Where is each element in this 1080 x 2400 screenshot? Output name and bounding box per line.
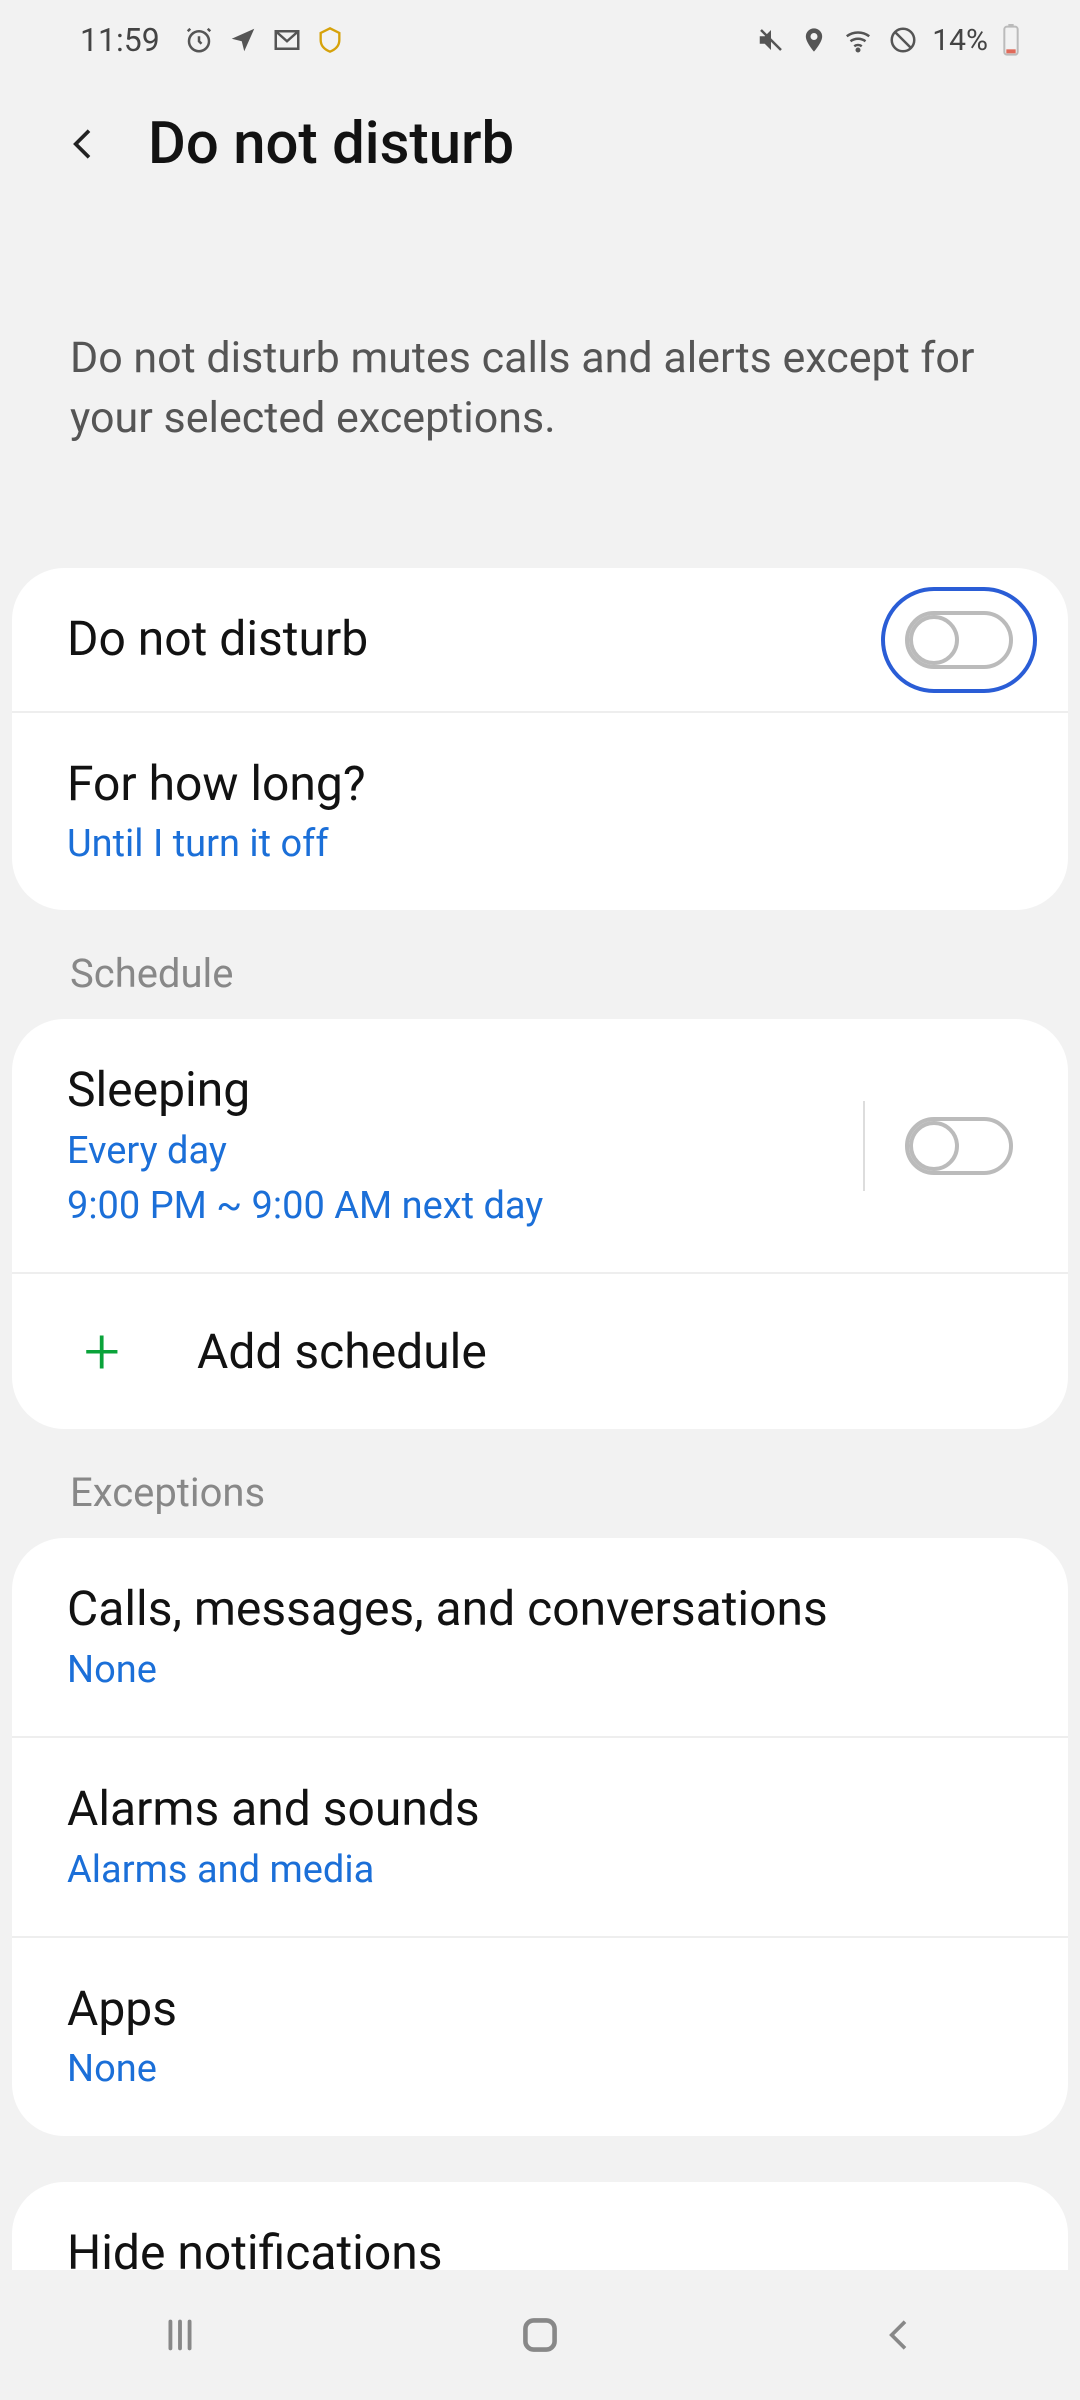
no-data-icon <box>888 25 918 55</box>
page-title: Do not disturb <box>148 110 514 178</box>
spacer <box>0 2136 1080 2182</box>
duration-title: For how long? <box>67 753 1013 815</box>
sleeping-repeat: Every day <box>67 1126 853 1177</box>
calls-row[interactable]: Calls, messages, and conversations None <box>12 1538 1068 1736</box>
dnd-label: Do not disturb <box>67 608 905 670</box>
gmail-icon <box>272 25 302 55</box>
alarms-title: Alarms and sounds <box>67 1778 1013 1840</box>
mute-icon <box>756 25 786 55</box>
apps-title: Apps <box>67 1978 1013 2040</box>
apps-row[interactable]: Apps None <box>12 1936 1068 2136</box>
dnd-toggle[interactable] <box>905 611 1013 669</box>
exceptions-section-label: Exceptions <box>0 1429 1080 1538</box>
sleeping-time: 9:00 PM ~ 9:00 AM next day <box>67 1181 853 1232</box>
wifi-icon <box>842 25 874 55</box>
apps-value: None <box>67 2044 1013 2095</box>
duration-row[interactable]: For how long? Until I turn it off <box>12 711 1068 911</box>
status-bar: 11:59 14% <box>0 0 1080 80</box>
alarms-value: Alarms and media <box>67 1845 1013 1896</box>
battery-icon <box>1002 24 1020 56</box>
recents-button[interactable] <box>140 2305 220 2365</box>
sleeping-toggle[interactable] <box>905 1117 1013 1175</box>
page-header: Do not disturb <box>0 80 1080 188</box>
alarm-icon <box>184 25 214 55</box>
schedule-card: Sleeping Every day 9:00 PM ~ 9:00 AM nex… <box>12 1019 1068 1429</box>
app-icon <box>316 26 344 54</box>
add-schedule-row[interactable]: + Add schedule <box>12 1272 1068 1429</box>
sleeping-title: Sleeping <box>67 1059 853 1121</box>
page-description: Do not disturb mutes calls and alerts ex… <box>0 188 1080 568</box>
schedule-section-label: Schedule <box>0 910 1080 1019</box>
battery-percent: 14% <box>932 23 988 58</box>
separator <box>863 1101 865 1191</box>
alarms-row[interactable]: Alarms and sounds Alarms and media <box>12 1736 1068 1936</box>
calls-title: Calls, messages, and conversations <box>67 1578 1013 1640</box>
status-time: 11:59 <box>80 21 160 59</box>
dnd-row[interactable]: Do not disturb <box>12 568 1068 710</box>
calls-value: None <box>67 1645 1013 1696</box>
sleeping-row[interactable]: Sleeping Every day 9:00 PM ~ 9:00 AM nex… <box>12 1019 1068 1272</box>
plus-icon: + <box>67 1314 137 1389</box>
duration-value: Until I turn it off <box>67 819 1013 870</box>
status-right: 14% <box>756 23 1020 58</box>
back-button[interactable] <box>60 120 108 168</box>
home-button[interactable] <box>500 2305 580 2365</box>
exceptions-card: Calls, messages, and conversations None … <box>12 1538 1068 2135</box>
location-icon <box>800 25 828 55</box>
dnd-card: Do not disturb For how long? Until I tur… <box>12 568 1068 910</box>
status-left: 11:59 <box>80 21 344 59</box>
send-icon <box>228 25 258 55</box>
nav-back-button[interactable] <box>860 2305 940 2365</box>
navigation-bar <box>0 2270 1080 2400</box>
add-schedule-label: Add schedule <box>197 1321 487 1383</box>
